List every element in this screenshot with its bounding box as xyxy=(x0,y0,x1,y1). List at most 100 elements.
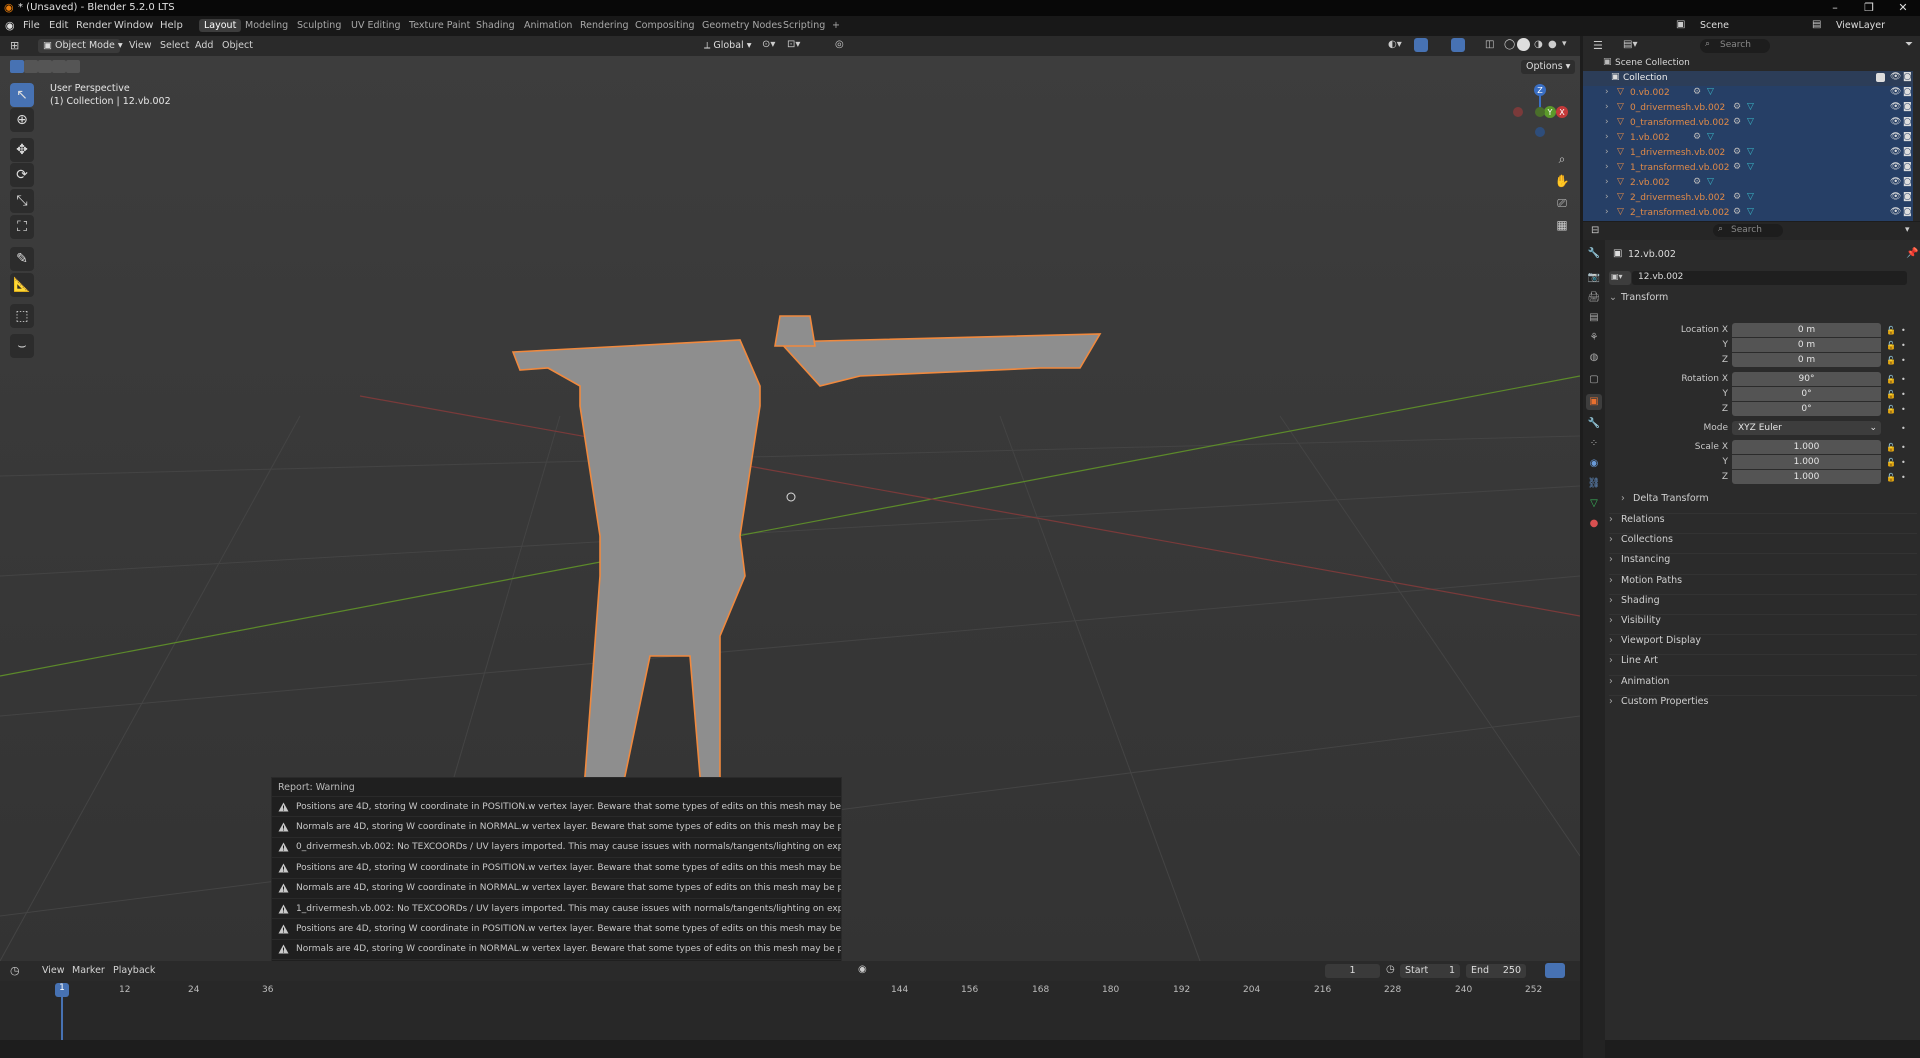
expand-chevron-icon[interactable]: › xyxy=(1605,87,1609,97)
lock-icon[interactable]: 🔓 xyxy=(1886,443,1896,452)
scene-collection-label[interactable]: Scene Collection xyxy=(1615,58,1690,68)
options-dropdown[interactable]: Options ▾ xyxy=(1521,60,1576,74)
start-frame-field[interactable]: Start 1 xyxy=(1400,964,1460,978)
timeline-editor-type-icon[interactable]: ◷ xyxy=(10,964,20,977)
outliner-object-row[interactable]: › ▽ 0_drivermesh.vb.002 ⚙ ▽ 👁 ◙ xyxy=(1583,101,1913,116)
modifier-icon[interactable]: ⚙ xyxy=(1733,102,1741,112)
solid-shading-icon[interactable] xyxy=(1517,38,1530,51)
keyframe-dot-icon[interactable]: • xyxy=(1901,424,1906,433)
mesh-data-icon[interactable]: ▽ xyxy=(1707,177,1714,187)
pan-hand-icon[interactable]: ✋ xyxy=(1553,172,1571,190)
keyframe-dot-icon[interactable]: • xyxy=(1901,326,1906,335)
expand-chevron-icon[interactable]: › xyxy=(1605,177,1609,187)
transform-orientation-selector[interactable]: ⟂ Global ▾ xyxy=(699,39,754,53)
view-layer-icon[interactable]: ▤ xyxy=(1812,19,1821,30)
hide-eye-icon[interactable]: 👁 xyxy=(1890,117,1901,127)
zoom-icon[interactable]: ⌕ xyxy=(1553,150,1571,168)
panel-header-custom-properties[interactable]: › Custom Properties xyxy=(1609,694,1917,713)
panel-header-shading[interactable]: › Shading xyxy=(1609,593,1917,612)
display-mode-icon[interactable]: ▤▾ xyxy=(1623,39,1637,50)
render-camera-icon[interactable]: ◙ xyxy=(1903,117,1912,127)
outliner-object-row[interactable]: › ▽ 1.vb.002 ⚙ ▽ 👁 ◙ xyxy=(1583,131,1913,146)
camera-view-icon[interactable]: ⎚ xyxy=(1553,194,1571,212)
scene-selector[interactable]: Scene xyxy=(1700,20,1729,31)
lock-icon[interactable]: 🔓 xyxy=(1886,375,1896,384)
move-tool-icon[interactable]: ✥ xyxy=(10,138,34,162)
mesh-data-icon[interactable]: ▽ xyxy=(1707,87,1714,97)
shading-options-icon[interactable]: ▾ xyxy=(1562,39,1567,49)
wireframe-shading-icon[interactable]: ◯ xyxy=(1504,39,1515,50)
hide-eye-icon[interactable]: 👁 xyxy=(1890,207,1901,217)
blender-menu-icon[interactable]: ◉ xyxy=(5,19,15,32)
mesh-data-icon[interactable]: ▽ xyxy=(1747,117,1754,127)
physics-tab-icon[interactable]: ◉ xyxy=(1586,456,1602,472)
modifier-icon[interactable]: ⚙ xyxy=(1693,132,1701,142)
panel-header-relations[interactable]: › Relations xyxy=(1609,513,1917,531)
lock-icon[interactable]: 🔓 xyxy=(1886,390,1896,399)
keyframe-dot-icon[interactable]: • xyxy=(1901,390,1906,399)
keyframe-dot-icon[interactable]: • xyxy=(1901,405,1906,414)
modifier-icon[interactable]: ⚙ xyxy=(1693,87,1701,97)
menu-edit[interactable]: Edit xyxy=(46,19,71,32)
annotate-tool-icon[interactable]: ✎ xyxy=(10,247,34,271)
lock-icon[interactable]: 🔓 xyxy=(1886,341,1896,350)
outliner-object-row[interactable]: › ▽ 1_drivermesh.vb.002 ⚙ ▽ 👁 ◙ xyxy=(1583,146,1913,161)
hide-eye-icon[interactable]: 👁 xyxy=(1890,177,1901,187)
outliner-object-row[interactable]: › ▽ 1_transformed.vb.002 ⚙ ▽ 👁 ◙ xyxy=(1583,161,1913,176)
rotation-z-field[interactable]: 0° xyxy=(1732,402,1881,416)
delta-transform-header[interactable]: › Delta Transform xyxy=(1621,493,1901,511)
cursor-tool-icon[interactable]: ⊕ xyxy=(10,108,34,132)
panel-header-viewport-display[interactable]: › Viewport Display xyxy=(1609,634,1917,652)
view-layer-tab-icon[interactable]: ▤ xyxy=(1586,310,1602,326)
workspace-tab-sculpting[interactable]: Sculpting xyxy=(292,19,346,32)
workspace-tab-compositing[interactable]: Compositing xyxy=(630,19,700,32)
render-camera-icon[interactable]: ◙ xyxy=(1903,147,1912,157)
expand-chevron-icon[interactable]: › xyxy=(1605,192,1609,202)
properties-search-input[interactable]: Search xyxy=(1713,224,1783,237)
exclude-checkbox[interactable] xyxy=(1876,73,1885,82)
mesh-data-icon[interactable]: ▽ xyxy=(1747,147,1754,157)
select-mode-extend-icon[interactable] xyxy=(24,60,38,73)
viewport-menu-view[interactable]: View xyxy=(129,40,152,51)
minimize-icon[interactable]: – xyxy=(1823,1,1847,14)
output-tab-icon[interactable]: 🖨 xyxy=(1586,290,1602,306)
keyframe-dot-icon[interactable]: • xyxy=(1901,341,1906,350)
navigation-gizmo[interactable]: Z X Y xyxy=(1510,82,1576,142)
outliner-object-row[interactable]: › ▽ 2_transformed.vb.002 ⚙ ▽ 👁 ◙ xyxy=(1583,206,1913,221)
rotate-tool-icon[interactable]: ⟳ xyxy=(10,163,34,187)
timeline-menu-marker[interactable]: Marker xyxy=(72,965,105,976)
end-frame-field[interactable]: End 250 xyxy=(1466,964,1526,978)
properties-options-icon[interactable]: ▾ xyxy=(1905,225,1910,235)
playhead-frame[interactable]: 1 xyxy=(55,983,69,997)
outliner-editor-type-icon[interactable]: ☰ xyxy=(1593,39,1603,52)
panel-header-line-art[interactable]: › Line Art xyxy=(1609,654,1917,672)
render-camera-icon[interactable]: ◙ xyxy=(1903,162,1912,172)
panel-header-animation[interactable]: › Animation xyxy=(1609,674,1917,693)
workspace-tab-texture-paint[interactable]: Texture Paint xyxy=(404,19,475,32)
keyframe-dot-icon[interactable]: • xyxy=(1901,443,1906,452)
view-layer-selector[interactable]: ViewLayer xyxy=(1836,20,1885,31)
hide-eye-icon[interactable]: 👁 xyxy=(1890,147,1901,157)
scene-icon[interactable]: ▣ xyxy=(1676,19,1685,30)
measure-tool-icon[interactable]: 📐 xyxy=(10,273,34,297)
expand-chevron-icon[interactable]: › xyxy=(1605,132,1609,142)
viewport-menu-object[interactable]: Object xyxy=(222,40,253,51)
panel-header-collections[interactable]: › Collections xyxy=(1609,533,1917,551)
editor-type-icon[interactable]: ⊞ xyxy=(10,39,19,52)
collection-tab-icon[interactable]: ▢ xyxy=(1586,372,1602,388)
outliner-search-input[interactable]: Search xyxy=(1700,39,1770,53)
lock-icon[interactable]: 🔓 xyxy=(1886,326,1896,335)
mesh-data-tab-icon[interactable]: ▽ xyxy=(1586,496,1602,512)
timeline[interactable]: 1 12 24 36 144 156 168 180 192 204 216 2… xyxy=(0,981,1580,1040)
select-mode-invert-icon[interactable] xyxy=(52,60,66,73)
menu-render[interactable]: Render xyxy=(73,19,115,32)
scale-x-field[interactable]: 1.000 xyxy=(1732,440,1881,454)
keyframe-dot-icon[interactable]: • xyxy=(1901,356,1906,365)
modifier-tab-icon[interactable]: 🔧 xyxy=(1586,416,1602,432)
maximize-icon[interactable]: ❐ xyxy=(1857,1,1881,14)
panel-header-motion-paths[interactable]: › Motion Paths xyxy=(1609,573,1917,592)
menu-file[interactable]: File xyxy=(20,19,43,32)
mesh-data-icon[interactable]: ▽ xyxy=(1747,102,1754,112)
pin-icon[interactable]: 📌 xyxy=(1906,248,1918,259)
modifier-icon[interactable]: ⚙ xyxy=(1733,162,1741,172)
